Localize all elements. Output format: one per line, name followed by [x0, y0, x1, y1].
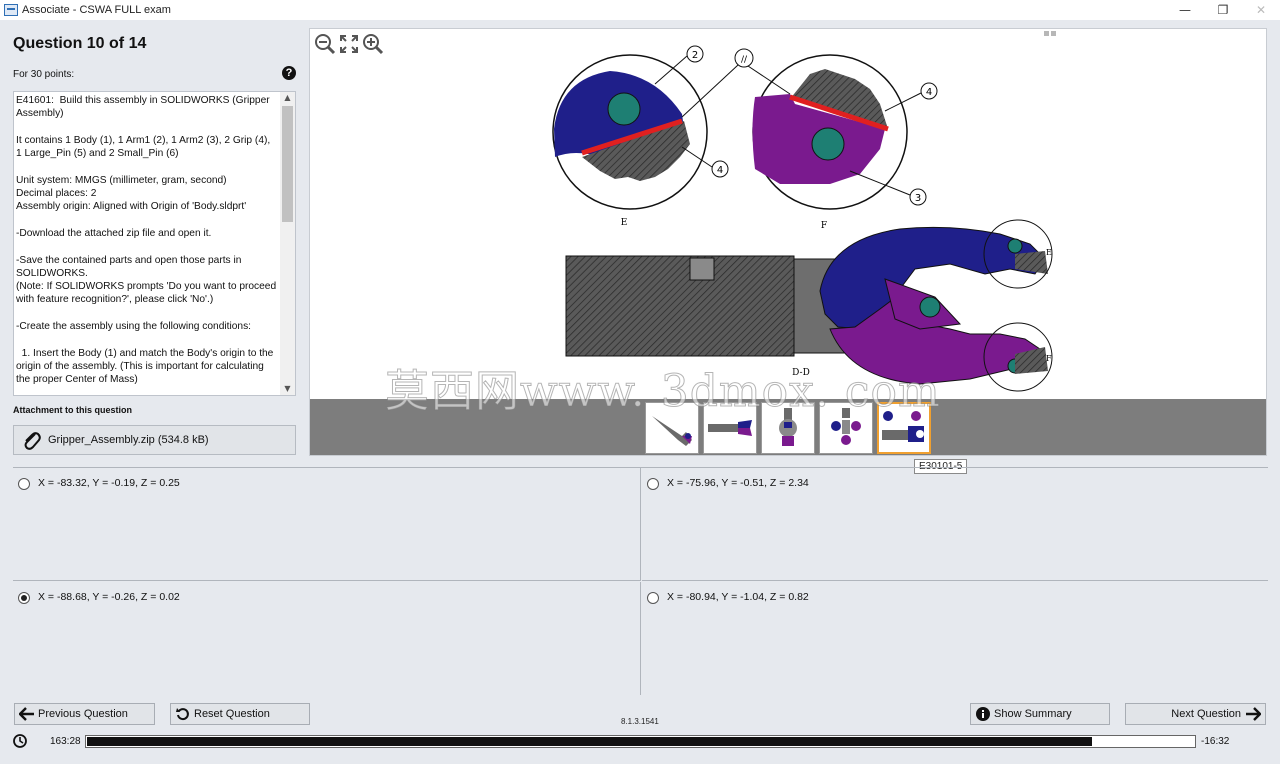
help-icon[interactable]: ?	[282, 66, 296, 80]
next-question-label: Next Question	[1171, 708, 1241, 720]
maximize-button[interactable]: ❐	[1204, 0, 1242, 20]
answer-option-1[interactable]: X = -83.32, Y = -0.19, Z = 0.25	[13, 468, 641, 581]
answer-option-3[interactable]: X = -88.68, Y = -0.26, Z = 0.02	[13, 582, 641, 695]
answer-text-2: X = -75.96, Y = -0.51, Z = 2.34	[667, 477, 809, 489]
zoom-in-icon[interactable]	[362, 33, 384, 55]
zoom-out-icon[interactable]	[314, 33, 336, 55]
description-scrollbar[interactable]: ▲ ▼	[280, 92, 295, 395]
reset-icon	[175, 706, 191, 722]
detail-e-view: 2 4 E	[552, 45, 729, 228]
assembly-drawing: 2 4 E // 4 3 F E F D-D	[552, 45, 1053, 392]
attachment-button[interactable]: Gripper_Assembly.zip (534.8 kB)	[13, 425, 296, 455]
window-title: Associate - CSWA FULL exam	[22, 4, 171, 16]
previous-question-label: Previous Question	[38, 708, 128, 720]
footer-bar: Previous Question Reset Question 8.1.3.1…	[0, 694, 1280, 764]
question-description: E41601: Build this assembly in SOLIDWORK…	[16, 95, 277, 386]
time-progress-fill	[87, 737, 1093, 746]
radio-button-3[interactable]	[18, 592, 30, 604]
show-summary-button[interactable]: Show Summary	[970, 703, 1110, 725]
radio-button-4[interactable]	[647, 592, 659, 604]
callout-2: 2	[692, 50, 698, 61]
minimize-button[interactable]: —	[1166, 0, 1204, 20]
viewer-window-controls[interactable]	[1044, 31, 1056, 36]
remaining-time: -16:32	[1201, 736, 1230, 747]
radio-button-1[interactable]	[18, 478, 30, 490]
answer-text-3: X = -88.68, Y = -0.26, Z = 0.02	[38, 591, 180, 603]
show-summary-label: Show Summary	[994, 708, 1072, 720]
answer-text-4: X = -80.94, Y = -1.04, Z = 0.82	[667, 591, 809, 603]
info-icon	[975, 706, 991, 722]
detail-f-label: F	[821, 221, 827, 231]
callout-3: 3	[915, 193, 921, 204]
fit-to-view-icon[interactable]	[338, 33, 360, 55]
scroll-down-icon[interactable]: ▼	[280, 383, 295, 395]
points-label: For 30 points:	[13, 69, 75, 80]
marker-f: F	[1046, 354, 1052, 363]
time-progress-bar	[85, 735, 1196, 748]
reset-question-label: Reset Question	[194, 708, 270, 720]
reset-question-button[interactable]: Reset Question	[170, 703, 310, 725]
answer-text-1: X = -83.32, Y = -0.19, Z = 0.25	[38, 477, 180, 489]
question-title: Question 10 of 14	[13, 35, 147, 52]
version-label: 8.1.3.1541	[621, 717, 659, 726]
detail-f-view: // 4 3 F	[681, 48, 938, 231]
scroll-thumb[interactable]	[282, 106, 293, 222]
answer-option-2[interactable]: X = -75.96, Y = -0.51, Z = 2.34	[642, 468, 1268, 581]
close-button[interactable]: ✕	[1242, 0, 1280, 20]
detail-e-label: E	[621, 218, 628, 228]
elapsed-time: 163:28	[50, 736, 81, 747]
watermark: 莫西网www. 3dmox. com	[385, 366, 941, 418]
attachment-label: Attachment to this question	[13, 405, 132, 415]
next-question-button[interactable]: Next Question	[1125, 703, 1266, 725]
scroll-up-icon[interactable]: ▲	[280, 92, 295, 104]
title-bar: Associate - CSWA FULL exam — ❐ ✕	[0, 0, 1280, 20]
previous-question-button[interactable]: Previous Question	[14, 703, 155, 725]
callout-parallel: //	[741, 55, 748, 65]
callout-4b: 4	[926, 87, 932, 98]
callout-4a: 4	[717, 165, 723, 176]
question-description-box[interactable]: E41601: Build this assembly in SOLIDWORK…	[13, 91, 296, 396]
marker-e: E	[1046, 248, 1052, 257]
answer-option-4[interactable]: X = -80.94, Y = -1.04, Z = 0.82	[642, 582, 1268, 695]
window-controls: — ❐ ✕	[1166, 0, 1280, 20]
viewer-toolbar	[314, 33, 384, 55]
arrow-right-icon	[1245, 706, 1261, 722]
arrow-left-icon	[19, 706, 35, 722]
attachment-filename: Gripper_Assembly.zip (534.8 kB)	[48, 434, 209, 446]
radio-button-2[interactable]	[647, 478, 659, 490]
paperclip-icon	[18, 427, 44, 453]
clock-icon	[13, 734, 27, 748]
app-icon	[4, 4, 18, 16]
answer-options: X = -83.32, Y = -0.19, Z = 0.25 X = -75.…	[13, 467, 1268, 695]
